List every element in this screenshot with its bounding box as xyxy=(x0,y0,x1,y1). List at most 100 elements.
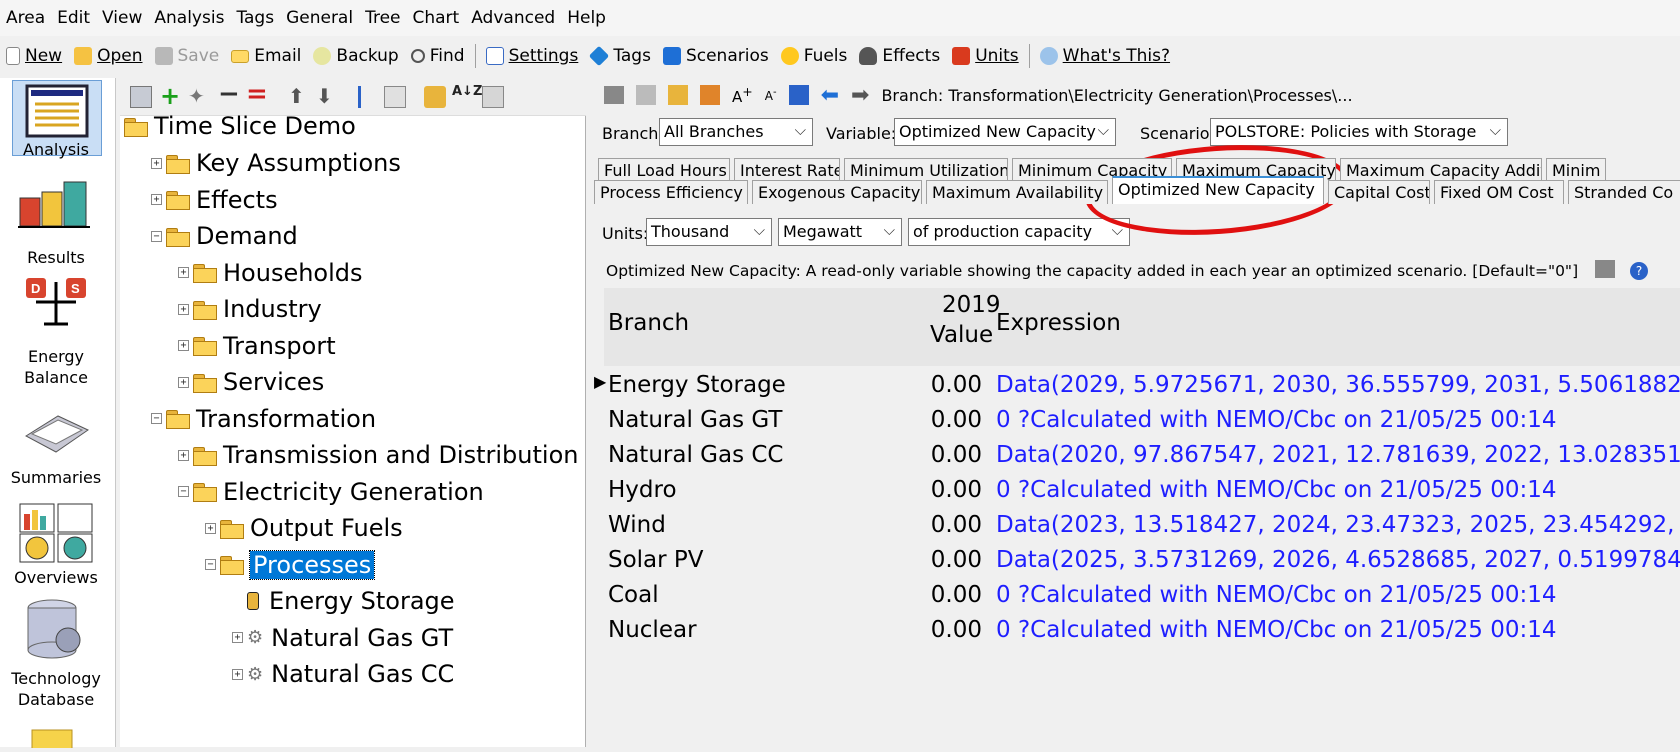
units-button[interactable]: Units xyxy=(946,46,1024,66)
branch-filter-select[interactable]: All Branches ⌵ xyxy=(659,118,813,146)
tree-node-effects[interactable]: + Effects xyxy=(151,182,278,218)
row-value[interactable]: 0.00 xyxy=(920,372,982,398)
menu-view[interactable]: View xyxy=(96,8,148,28)
table-row[interactable]: Natural Gas CC 0.00 Data(2020, 97.867547, … xyxy=(590,442,1680,477)
paste-icon[interactable] xyxy=(668,85,688,105)
tab-interest-rate[interactable]: Interest Rate xyxy=(734,158,840,182)
tree-node-transport[interactable]: + Transport xyxy=(178,328,336,364)
expand-toggle-icon[interactable]: + xyxy=(178,303,189,315)
tree-node-transmission-and-distribution[interactable]: + Transmission and Distribution xyxy=(178,437,578,473)
whats-this-button[interactable]: What's This? xyxy=(1034,46,1176,66)
tree-node-industry[interactable]: + Industry xyxy=(178,291,322,327)
folder-icon[interactable] xyxy=(384,86,406,108)
tree-node-transformation[interactable]: − Transformation xyxy=(151,401,376,437)
tab-full-load-hours[interactable]: Full Load Hours xyxy=(598,158,730,182)
lock-icon[interactable] xyxy=(424,86,446,108)
tree-node-households[interactable]: + Households xyxy=(178,255,363,291)
view-overviews[interactable] xyxy=(0,502,112,570)
help-icon[interactable]: ? xyxy=(1630,262,1648,280)
table-row[interactable]: Solar PV 0.00 Data(2025, 3.5731269, 2026, … xyxy=(590,547,1680,582)
row-value[interactable]: 0.00 xyxy=(920,582,982,608)
row-expression[interactable]: 0 ?Calculated with NEMO/Cbc on 21/05/25 … xyxy=(996,582,1557,608)
tree-node-electricity-generation[interactable]: − Electricity Generation xyxy=(178,474,484,510)
tab-capital-cost[interactable]: Capital Cost xyxy=(1328,180,1430,204)
backup-button[interactable]: Backup xyxy=(307,46,404,66)
expand-toggle-icon[interactable]: + xyxy=(178,376,189,388)
tab-minim[interactable]: Minim xyxy=(1546,158,1606,182)
move-up-icon[interactable]: ⬆ xyxy=(288,86,310,108)
delete-icon[interactable]: − xyxy=(218,81,240,108)
copy-icon[interactable] xyxy=(636,85,656,105)
menu-tags[interactable]: Tags xyxy=(230,8,280,28)
units-scale-select[interactable]: Thousand ⌵ xyxy=(646,218,772,246)
tab-minimum-utilization[interactable]: Minimum Utilization xyxy=(844,158,1008,182)
move-down-icon[interactable]: ⬇ xyxy=(316,86,338,108)
expand-toggle-icon[interactable]: − xyxy=(151,413,162,424)
fuels-button[interactable]: Fuels xyxy=(775,46,854,66)
expand-toggle-icon[interactable]: + xyxy=(232,632,243,643)
row-value[interactable]: 0.00 xyxy=(920,477,982,503)
tab-maximum-capacity-addition[interactable]: Maximum Capacity Addition xyxy=(1340,158,1542,182)
table-row[interactable]: Hydro 0.00 0 ?Calculated with NEMO/Cbc on … xyxy=(590,477,1680,512)
col-branch-header[interactable]: Branch xyxy=(608,310,689,336)
row-value[interactable]: 0.00 xyxy=(920,547,982,573)
table-row[interactable]: Coal 0.00 0 ?Calculated with NEMO/Cbc on 2… xyxy=(590,582,1680,617)
expand-toggle-icon[interactable]: + xyxy=(151,194,162,205)
tree-node-natural-gas-cc[interactable]: + ⚙ Natural Gas CC xyxy=(232,656,454,692)
view-results[interactable] xyxy=(0,178,112,232)
expand-toggle-icon[interactable]: + xyxy=(178,267,189,278)
tree-node-root[interactable]: Time Slice Demo xyxy=(124,108,356,144)
tree-node-energy-storage[interactable]: Energy Storage xyxy=(232,583,455,619)
expand-toggle-icon[interactable]: + xyxy=(205,522,216,534)
units-per-select[interactable]: of production capacity ⌵ xyxy=(908,218,1130,246)
tree-node-output-fuels[interactable]: + Output Fuels xyxy=(205,510,403,546)
view-summaries[interactable] xyxy=(0,408,112,462)
menu-chart[interactable]: Chart xyxy=(407,8,466,28)
row-expression[interactable]: Data(2025, 3.5731269, 2026, 4.6528685, 2… xyxy=(996,547,1680,573)
tab-maximum-availability[interactable]: Maximum Availability xyxy=(926,180,1108,204)
row-value[interactable]: 0.00 xyxy=(920,617,982,643)
tab-process-efficiency[interactable]: Process Efficiency xyxy=(594,180,748,204)
find-button[interactable]: Find xyxy=(405,46,471,66)
menu-edit[interactable]: Edit xyxy=(51,8,96,28)
scenario-filter-select[interactable]: POLSTORE: Policies with Storage ⌵ xyxy=(1210,118,1508,146)
expand-toggle-icon[interactable]: + xyxy=(178,449,189,461)
notes-icon[interactable] xyxy=(1595,260,1615,278)
row-value[interactable]: 0.00 xyxy=(920,407,982,433)
menu-advanced[interactable]: Advanced xyxy=(465,8,561,28)
menu-analysis[interactable]: Analysis xyxy=(148,8,230,28)
row-expression[interactable]: Data(2023, 13.518427, 2024, 23.47323, 20… xyxy=(996,512,1680,538)
row-expression[interactable]: Data(2020, 97.867547, 2021, 12.781639, 2… xyxy=(996,442,1680,468)
col-value-header[interactable]: Value xyxy=(930,322,993,348)
table-row[interactable]: Natural Gas GT 0.00 0 ?Calculated with NEM… xyxy=(590,407,1680,442)
effects-button[interactable]: Effects xyxy=(853,46,946,66)
sort-az-icon[interactable]: A↓Z xyxy=(452,85,482,108)
row-expression[interactable]: 0 ?Calculated with NEMO/Cbc on 21/05/25 … xyxy=(996,477,1557,503)
row-value[interactable]: 0.00 xyxy=(920,512,982,538)
view-technology-database[interactable] xyxy=(0,598,112,664)
row-expression[interactable]: Data(2029, 5.9725671, 2030, 36.555799, 2… xyxy=(996,372,1680,398)
font-increase-icon[interactable]: A+ xyxy=(732,84,753,106)
tags-button[interactable]: Tags xyxy=(584,45,657,67)
tab-fixed-om-cost[interactable]: Fixed OM Cost xyxy=(1434,180,1564,204)
add-branch-icon[interactable]: + xyxy=(160,84,182,108)
forward-arrow-icon[interactable]: ➡ xyxy=(851,83,869,108)
import-icon[interactable] xyxy=(700,85,720,105)
table-row[interactable]: Wind 0.00 Data(2023, 13.518427, 2024, 23.4… xyxy=(590,512,1680,547)
menu-help[interactable]: Help xyxy=(561,8,612,28)
expand-toggle-icon[interactable]: + xyxy=(151,157,162,169)
view-energy-balance[interactable]: DS xyxy=(0,278,112,332)
outline-icon[interactable] xyxy=(358,86,380,108)
units-unit-select[interactable]: Megawatt ⌵ xyxy=(778,218,902,246)
pin-icon[interactable] xyxy=(604,86,624,104)
table-row[interactable]: Nuclear 0.00 0 ?Calculated with NEMO/Cbc o… xyxy=(590,617,1680,652)
properties-icon[interactable] xyxy=(130,86,152,108)
menu-general[interactable]: General xyxy=(280,8,359,28)
print-icon[interactable] xyxy=(482,86,504,108)
col-year-header[interactable]: 2019 xyxy=(942,292,1001,318)
notes-icon[interactable] xyxy=(0,724,112,752)
tab-stranded-co[interactable]: Stranded Co xyxy=(1568,180,1680,204)
tab-optimized-new-capacity[interactable]: Optimized New Capacity xyxy=(1112,176,1324,204)
variable-filter-select[interactable]: Optimized New Capacity ⌵ xyxy=(894,118,1116,146)
row-expression[interactable]: 0 ?Calculated with NEMO/Cbc on 21/05/25 … xyxy=(996,617,1557,643)
